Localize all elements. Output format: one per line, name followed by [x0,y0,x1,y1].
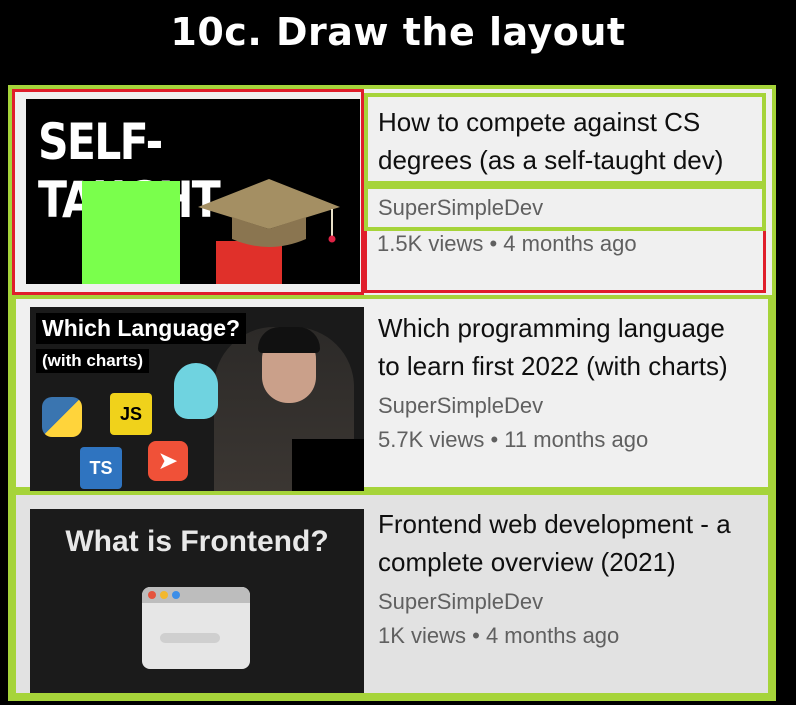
video-title-line: to learn first 2022 (with charts) [378,351,728,381]
title-annotation-box: How to compete against CS degrees (as a … [364,93,766,185]
redaction-box [292,439,364,491]
bar-green [82,181,180,284]
video-meta: 1.5K views • 4 months ago [377,231,637,256]
video-row[interactable]: Which Language? (with charts) JS TS ➤ Wh… [12,295,772,491]
video-info: Which programming language to learn firs… [368,299,760,453]
channel-name[interactable]: SuperSimpleDev [378,589,750,615]
go-gopher-icon [174,363,218,419]
channel-name[interactable]: SuperSimpleDev [378,195,752,221]
video-title-line: complete overview (2021) [378,547,676,577]
video-title[interactable]: How to compete against CS degrees (as a … [378,103,752,179]
graduation-cap-icon [198,179,340,247]
presenter-hair [258,327,320,353]
thumbnail-text: Which Language? [36,313,247,344]
video-meta: 5.7K views • 11 months ago [378,427,649,452]
video-title-line: Which programming language [378,313,725,343]
video-info: Frontend web development - a complete ov… [368,495,760,649]
swift-icon: ➤ [148,441,188,481]
python-icon [42,397,82,437]
channel-name[interactable]: SuperSimpleDev [378,393,750,419]
channel-annotation-box: SuperSimpleDev [364,185,766,231]
video-title-line: degrees (as a self-taught dev) [378,145,724,175]
video-row[interactable]: SELF-TAUGHT How to compete against CS de… [12,89,772,295]
browser-window-icon [142,587,250,669]
typescript-icon: TS [80,447,122,489]
javascript-icon: JS [110,393,152,435]
video-thumbnail[interactable]: SELF-TAUGHT [26,99,360,284]
video-thumbnail[interactable]: Which Language? (with charts) JS TS ➤ [30,307,364,491]
video-row[interactable]: What is Frontend? Frontend web developme… [12,491,772,697]
video-meta: 1K views • 4 months ago [378,623,620,648]
meta-annotation-box: 1.5K views • 4 months ago [364,231,766,293]
video-title-line: Frontend web development - a [378,509,731,539]
thumbnail-subtext: (with charts) [36,349,150,373]
slide-title: 10c. Draw the layout [170,10,626,54]
thumbnail-text: What is Frontend? [65,525,329,558]
video-title[interactable]: Frontend web development - a complete ov… [378,505,750,581]
video-list: SELF-TAUGHT How to compete against CS de… [8,85,776,701]
video-thumbnail[interactable]: What is Frontend? [30,509,364,693]
video-title-line: How to compete against CS [378,107,701,137]
video-title[interactable]: Which programming language to learn firs… [378,309,750,385]
